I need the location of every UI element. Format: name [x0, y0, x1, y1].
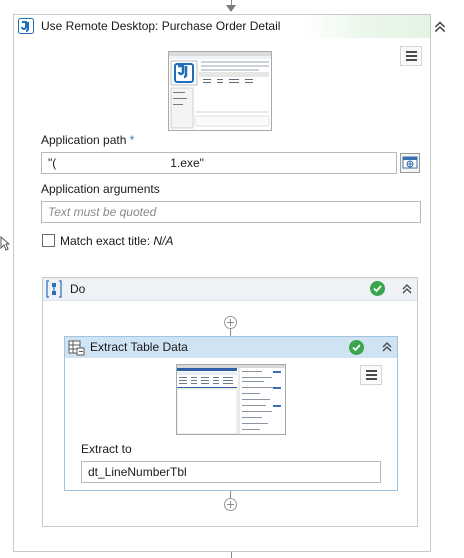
extract-table-data-activity[interactable]: Extract Table Data Extract to dt_LineNum… [64, 336, 398, 491]
table-thumbnail [176, 364, 286, 435]
check-icon [349, 340, 364, 355]
collapse-chevron-icon[interactable] [381, 340, 393, 354]
bottom-connector-line [231, 552, 232, 558]
mouse-cursor-icon [0, 236, 10, 251]
browse-target-icon[interactable] [400, 153, 420, 173]
application-arguments-field[interactable]: Text must be quoted [41, 201, 421, 223]
application-path-field[interactable]: "(1.exe" [41, 152, 397, 174]
uipath-logo-icon [18, 18, 34, 34]
activity-title: Use Remote Desktop: Purchase Order Detai… [41, 19, 281, 33]
application-arguments-placeholder: Text must be quoted [48, 205, 157, 219]
extract-table-data-header[interactable]: Extract Table Data [65, 337, 397, 358]
application-path-label: Application path * [41, 133, 135, 147]
match-exact-title-value: N/A [153, 234, 174, 248]
collapse-chevron-icon[interactable] [401, 282, 413, 296]
activity-header[interactable]: Use Remote Desktop: Purchase Order Detai… [14, 15, 446, 38]
menu-icon[interactable] [360, 365, 382, 385]
match-exact-title-checkbox[interactable] [42, 234, 55, 247]
extract-to-field[interactable]: dt_LineNumberTbl [81, 461, 381, 483]
match-exact-title-label: Match exact title: N/A [60, 234, 174, 248]
do-title: Do [70, 282, 86, 296]
extract-to-label: Extract to [81, 442, 132, 456]
screenshot-thumbnail [168, 51, 272, 131]
do-header[interactable]: Do [43, 278, 417, 301]
add-activity-icon[interactable] [224, 316, 237, 329]
check-icon [370, 281, 385, 296]
required-marker: * [129, 133, 135, 147]
menu-icon[interactable] [400, 46, 422, 66]
application-arguments-label: Application arguments [41, 182, 160, 196]
table-extract-icon [68, 340, 85, 356]
collapse-chevron-icon[interactable] [432, 19, 448, 35]
top-connector-arrow [226, 5, 236, 12]
connector-line [230, 329, 231, 336]
extract-table-data-title: Extract Table Data [90, 340, 188, 354]
connector-line [230, 491, 231, 498]
sequence-icon [46, 280, 62, 298]
add-activity-icon[interactable] [224, 498, 237, 511]
